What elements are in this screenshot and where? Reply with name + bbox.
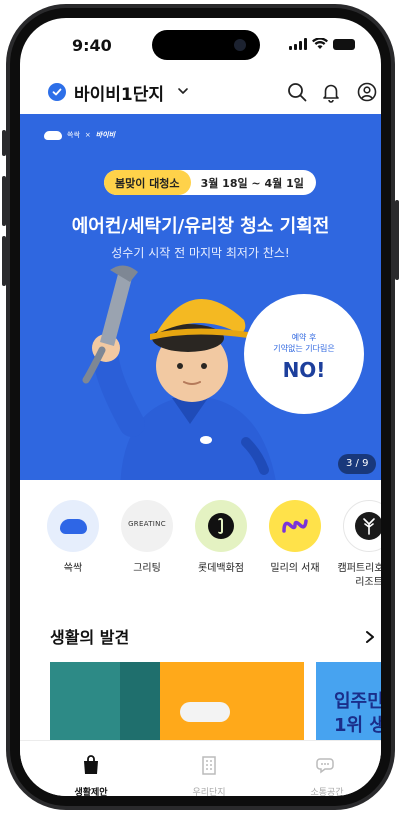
dynamic-island: [152, 30, 260, 60]
cloud-logo-icon: [44, 130, 62, 140]
card-image-object: [180, 702, 230, 722]
camera-icon: [234, 39, 246, 51]
greating-logo-icon: GREATINC: [121, 500, 173, 552]
discovery-card[interactable]: [50, 662, 304, 740]
chevron-down-icon[interactable]: [176, 84, 190, 98]
promo-dates: 3월 18일 ~ 4월 1일: [200, 176, 304, 190]
discovery-card[interactable]: 입주민 1위 생활: [316, 662, 381, 740]
greating-logo-text: GREATINC: [128, 520, 166, 528]
bottom-tab-bar: 생활제안 우리단지 소통공간: [20, 740, 381, 796]
power-button: [395, 200, 399, 280]
tab-our-complex[interactable]: 우리단지: [164, 755, 254, 796]
card-headline-line-1: 입주민: [334, 691, 381, 712]
partner-sseuksak[interactable]: 쓱싹: [38, 500, 108, 576]
tab-label: 소통공간: [310, 788, 344, 796]
partner-label: 쓱싹: [63, 563, 83, 574]
tree-logo-icon: [343, 500, 381, 552]
banner-subtitle: 성수기 시작 전 마지막 최저가 찬스!: [111, 246, 290, 260]
bell-icon[interactable]: [320, 81, 342, 103]
chat-bubble-icon: [316, 758, 334, 774]
speech-emphasis: NO!: [282, 358, 326, 382]
card-image-block: [50, 662, 120, 740]
banner-title: 에어컨/세탁기/유리창 청소 기획전: [71, 216, 330, 237]
partner-shortcuts: 쓱싹 GREATINC 그리팅 롯데백화점 밀리의 서재 캠퍼트리호 리조트: [38, 500, 381, 600]
partner-label: 밀리의 서재: [270, 563, 320, 574]
brand-primary: 쓱싹: [67, 131, 80, 139]
card-headline: 입주민 1위 생활: [334, 690, 381, 738]
promo-pill: 봄맞이 대청소 3월 18일 ~ 4월 1일: [104, 170, 316, 195]
lotte-logo-icon: [195, 500, 247, 552]
volume-down-button: [2, 236, 6, 286]
brand-separator: ×: [84, 131, 91, 139]
banner-page-indicator: 3 / 9: [338, 454, 377, 474]
promo-tag: 봄맞이 대청소: [104, 170, 191, 195]
app-header: 바이비1단지: [20, 74, 381, 110]
battery-icon: [333, 39, 355, 50]
partner-lotte-department-store[interactable]: 롯데백화점: [186, 500, 256, 576]
search-icon[interactable]: [286, 81, 308, 103]
verified-check-icon: [48, 83, 66, 101]
tab-label: 우리단지: [192, 788, 226, 796]
millie-logo-icon: [269, 500, 321, 552]
partner-label: 롯데백화점: [198, 563, 244, 574]
card-headline-line-2: 1위 생활: [334, 715, 381, 736]
chevron-right-icon[interactable]: [364, 630, 376, 644]
shopping-bag-icon: [84, 755, 98, 774]
tab-community[interactable]: 소통공간: [282, 755, 372, 796]
brand-row: 쓱싹 × 바이비: [44, 130, 115, 140]
phone-bezel: 9:40 바이비1단지 쓱싹 × 바이비 봄맞이 대청소 3월 18일 ~ 4월…: [10, 8, 391, 806]
wifi-icon: [312, 38, 328, 49]
partner-label: 캠퍼트리호텔&리조트: [337, 563, 382, 588]
speech-bubble: 예약 후 기약없는 기다림은 NO!: [244, 294, 364, 414]
promo-banner[interactable]: 쓱싹 × 바이비 봄맞이 대청소 3월 18일 ~ 4월 1일 에어컨/세탁기/…: [20, 114, 381, 480]
tab-lifestyle[interactable]: 생활제안: [46, 755, 136, 796]
status-time: 9:40: [72, 36, 112, 55]
partner-label: 그리팅: [133, 563, 161, 574]
partner-greating[interactable]: GREATINC 그리팅: [112, 500, 182, 576]
partner-camfortree-hotel[interactable]: 캠퍼트리호텔&리조트: [334, 500, 381, 590]
brand-secondary: 바이비: [95, 131, 116, 139]
profile-icon[interactable]: [356, 81, 378, 103]
status-icons: [289, 38, 355, 50]
building-icon: [202, 756, 216, 775]
section-title: 생활의 발견: [50, 628, 130, 647]
status-bar: 9:40: [20, 18, 381, 66]
speech-line-2: 기약없는 기다림은: [273, 344, 335, 353]
phone-frame: 9:40 바이비1단지 쓱싹 × 바이비 봄맞이 대청소 3월 18일 ~ 4월…: [6, 4, 395, 810]
volume-up-button: [2, 176, 6, 226]
complex-selector[interactable]: 바이비1단지: [74, 80, 164, 105]
tab-label: 생활제안: [74, 788, 108, 796]
partner-millie-library[interactable]: 밀리의 서재: [260, 500, 330, 576]
card-image-block: [120, 662, 160, 740]
cloud-logo-icon: [47, 500, 99, 552]
signal-icon: [289, 38, 307, 50]
app-screen: 9:40 바이비1단지 쓱싹 × 바이비 봄맞이 대청소 3월 18일 ~ 4월…: [20, 18, 381, 796]
speech-text: 예약 후 기약없는 기다림은: [244, 332, 364, 354]
speech-line-1: 예약 후: [291, 333, 317, 342]
side-button: [2, 130, 6, 156]
